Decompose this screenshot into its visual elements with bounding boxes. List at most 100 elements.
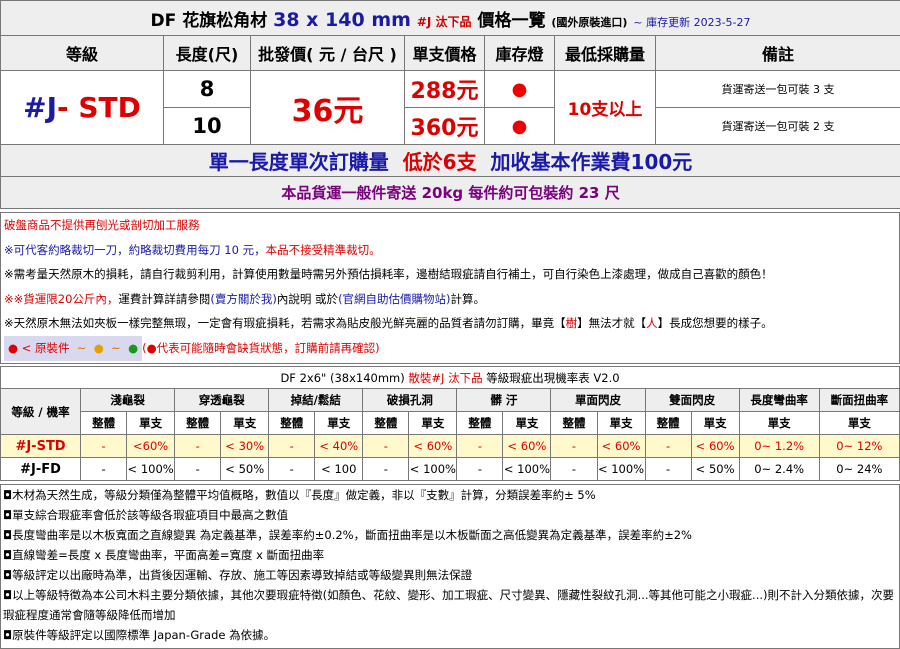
table-cell: - — [268, 457, 316, 481]
table-cell: - — [80, 434, 128, 458]
sub-whole: 整體 — [644, 411, 692, 435]
table-cell: - — [550, 434, 598, 458]
sub-single: 單支 — [502, 411, 552, 435]
sub-single: 單支 — [408, 411, 458, 435]
shipping-notice: 本品貨運一般件寄送 20kg 每件約可包裝約 23 尺 — [0, 176, 900, 209]
grade-cell: #J- STD — [0, 70, 164, 145]
notice-part-b: 低於6支 — [402, 150, 477, 174]
table-cell: - — [644, 457, 692, 481]
table-cell: < 100% — [596, 457, 646, 481]
info-line-4b: ※貨運限20公斤內， — [13, 291, 119, 306]
footnote: ◘以上等級特徵為本公司木料主要分類依據，其他次要瑕疵特徵(如顏色、花紋、變形、加… — [3, 588, 894, 622]
stock-light-10: ● — [484, 107, 555, 145]
table-cell: - — [456, 457, 504, 481]
table-cell: < 60% — [502, 434, 552, 458]
defect-title-b: 散裝#J 汰下品 — [408, 370, 483, 385]
sub-whole: 整體 — [362, 411, 410, 435]
table-cell: - — [362, 457, 410, 481]
length-8: 8 — [163, 70, 251, 108]
row-grade-fd: #J-FD — [0, 457, 82, 481]
footnote: ◘木材為天然生成，等級分類僅為整體平均值概略，數值以『長度』做定義，非以『支數』… — [3, 488, 596, 502]
legend-dot-green: ● — [128, 340, 139, 355]
legend-tilde-1: ~ — [76, 340, 87, 355]
info-box: 破盤商品不提供再刨光或剖切加工服務 ※可代客約略裁切一刀，約略裁切費用每刀 10… — [0, 212, 900, 364]
info-line-5a: ※天然原木無法如夾板一樣完整無瑕，一定會有瑕疵損耗，若需求為貼皮般光鮮亮麗的品質… — [4, 316, 566, 331]
table-row: #J-STD - <60% - < 30% - < 40% - < 60% - … — [0, 434, 900, 458]
grade-tag: #J 汰下品 — [416, 14, 472, 29]
grade-prob-header: 等級 / 機率 — [0, 388, 82, 435]
info-line-4: ※※貨運限20公斤內，運費計算詳請參閱(賣方關於我)內說明 或於(官網自助估價購… — [1, 287, 899, 312]
group-hole: 破損孔洞 — [362, 388, 458, 412]
group-twist: 斷面扭曲率 — [818, 388, 900, 412]
info-line-4e: 內說明 或於 — [276, 291, 339, 306]
table-cell: < 50% — [220, 457, 270, 481]
unit-price-10: 360元 — [404, 107, 485, 145]
info-line-5b: 樹 — [565, 316, 578, 331]
group-shallow-crack: 淺龜裂 — [80, 388, 176, 412]
order-notice: 單一長度單次訂購量 低於6支 加收基本作業費100元 — [0, 144, 900, 177]
footnotes: ◘木材為天然生成，等級分類僅為整體平均值概略，數值以『長度』做定義，非以『支數』… — [0, 484, 900, 649]
col-note: 備註 — [654, 35, 900, 71]
table-cell: < 50% — [690, 457, 740, 481]
update-date: ~ 庫存更新 2023-5-27 — [633, 15, 751, 29]
table-cell: - — [362, 434, 410, 458]
estimate-shop-link[interactable]: (官網自助估價購物站) — [338, 292, 450, 306]
table-cell: - — [550, 457, 598, 481]
table-cell: - — [268, 434, 316, 458]
sub-single: 單支 — [738, 411, 820, 435]
footnote: ◘原裝件等級評定以國際標準 Japan-Grade 為依據。 — [3, 628, 276, 642]
footnote: ◘直線彎差=長度 x 長度彎曲率，平面高差=寬度 x 斷面扭曲率 — [3, 548, 325, 562]
legend-tilde-2: ~ — [111, 340, 121, 355]
legend-dot-yellow: ● — [93, 340, 104, 355]
info-line-2a: ※可代客約略裁切一刀，約略裁切費用每刀 10 元， — [4, 242, 266, 257]
sub-single: 單支 — [596, 411, 646, 435]
brand-name: DF 花旗松角材 — [150, 10, 268, 31]
table-row: #J-FD - < 100% - < 50% - < 100 - < 100% … — [0, 457, 900, 481]
group-wane-double: 雙面閃皮 — [644, 388, 740, 412]
sub-whole: 整體 — [80, 411, 128, 435]
table-cell: < 100 — [314, 457, 364, 481]
sub-whole: 整體 — [268, 411, 316, 435]
group-stain: 髒 汙 — [456, 388, 552, 412]
defect-title-a: DF 2x6" (38x140mm) — [280, 370, 405, 385]
table-cell: < 60% — [596, 434, 646, 458]
group-through-crack: 穿透龜裂 — [174, 388, 270, 412]
sub-whole: 整體 — [550, 411, 598, 435]
size-text: 38 x 140 mm — [273, 8, 411, 31]
info-line-2: ※可代客約略裁切一刀，約略裁切費用每刀 10 元，本品不接受精準裁切。 — [1, 238, 899, 263]
notice-part-c: 加收基本作業費100元 — [490, 150, 693, 174]
grade-prefix: #J — [23, 91, 57, 124]
about-seller-link[interactable]: (賣方關於我) — [210, 292, 276, 306]
sub-single: 單支 — [126, 411, 176, 435]
sheet-title: DF 花旗松角材 38 x 140 mm #J 汰下品 價格一覽 (國外原裝進口… — [0, 0, 900, 36]
footnote: ◘長度彎曲率是以木板寬面之直線變異 為定義基準，誤差率約±0.2%，斷面扭曲率是… — [3, 528, 692, 542]
table-cell: < 30% — [220, 434, 270, 458]
group-bow: 長度彎曲率 — [738, 388, 820, 412]
table-cell: < 60% — [408, 434, 458, 458]
defect-table: DF 2x6" (38x140mm) 散裝#J 汰下品 等級瑕疵出現機率表 V2… — [0, 366, 900, 481]
info-line-1: 破盤商品不提供再刨光或剖切加工服務 — [4, 218, 200, 232]
col-unit-price: 單支價格 — [404, 35, 485, 71]
table-cell: <60% — [126, 434, 176, 458]
stock-light-8: ● — [484, 70, 555, 108]
stock-legend: ● < 原裝件 ~ ● ~ ● (●代表可能隨時會缺貨狀態，訂購前請再確認) — [1, 335, 899, 361]
col-length: 長度(尺) — [163, 35, 251, 71]
table-cell: 0~ 1.2% — [738, 434, 820, 458]
table-cell: - — [644, 434, 692, 458]
info-line-3: ※需考量天然原木的損耗，請自行裁剪利用，計算使用數量時需另外預估損耗率，邊樹結瑕… — [4, 267, 773, 282]
price-table: DF 花旗松角材 38 x 140 mm #J 汰下品 價格一覽 (國外原裝進口… — [0, 0, 900, 209]
table-cell: - — [174, 434, 222, 458]
info-line-2b: 本品不接受精準裁切。 — [265, 242, 381, 257]
defect-title: DF 2x6" (38x140mm) 散裝#J 汰下品 等級瑕疵出現機率表 V2… — [0, 366, 900, 389]
info-line-4c: 運費計算詳請參閱 — [118, 291, 211, 306]
sub-whole: 整體 — [174, 411, 222, 435]
col-wholesale: 批發價( 元 / 台尺 ) — [250, 35, 405, 71]
footnote: ◘單支綜合瑕疵率會低於該等級各瑕疵項目中最高之數值 — [3, 508, 289, 522]
min-qty: 10支以上 — [554, 70, 656, 145]
sub-single: 單支 — [690, 411, 740, 435]
table-cell: < 100% — [408, 457, 458, 481]
table-cell: - — [80, 457, 128, 481]
col-stock: 庫存燈 — [484, 35, 555, 71]
notice-part-a: 單一長度單次訂購量 — [208, 150, 389, 174]
info-line-5c: 】無法才就【 — [577, 316, 647, 331]
